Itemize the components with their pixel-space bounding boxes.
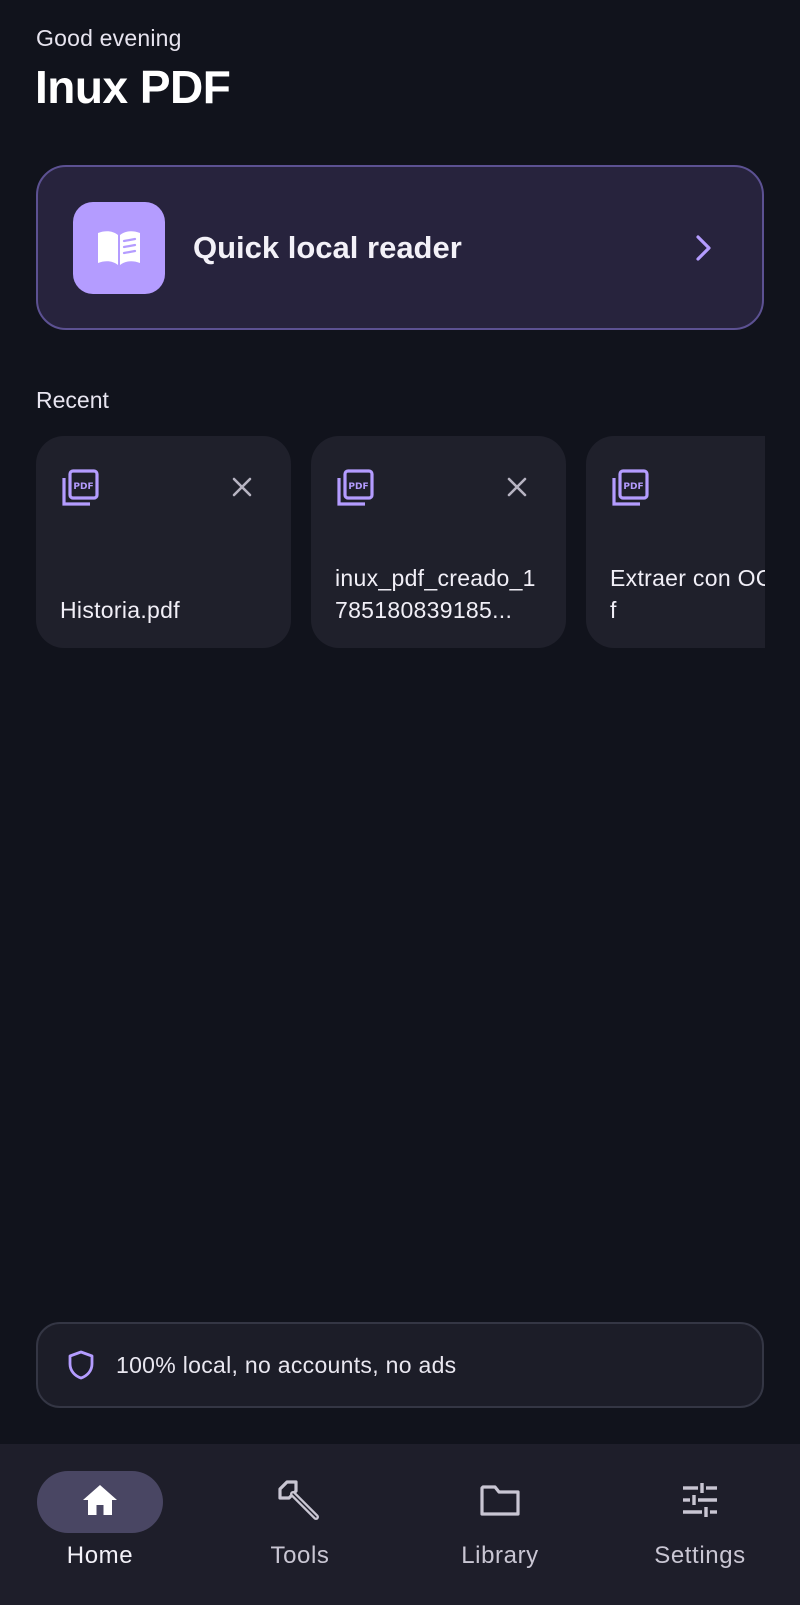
remove-recent-button[interactable] — [229, 474, 255, 500]
app-title: Inux PDF — [35, 61, 231, 113]
nav-label-home: Home — [66, 1542, 134, 1569]
recent-file-name: inux_pdf_creado_1785180839185... — [335, 565, 536, 623]
pdf-file-icon: PDF — [610, 468, 650, 513]
wrench-icon — [278, 1478, 322, 1527]
remove-recent-button[interactable] — [504, 474, 530, 500]
nav-item-home[interactable]: Home — [0, 1444, 200, 1605]
chevron-right-icon — [694, 234, 714, 262]
recent-file-name: Historia.pdf — [60, 597, 180, 623]
privacy-text: 100% local, no accounts, no ads — [116, 1351, 457, 1378]
sliders-icon — [680, 1481, 720, 1524]
recent-file-card[interactable]: PDF Historia.pdf — [36, 436, 291, 648]
pdf-file-icon: PDF — [335, 468, 375, 513]
nav-label-settings: Settings — [654, 1542, 746, 1569]
folder-icon — [479, 1482, 521, 1523]
svg-text:PDF: PDF — [348, 482, 368, 492]
privacy-banner: 100% local, no accounts, no ads — [36, 1322, 764, 1408]
quick-local-reader-card[interactable]: Quick local reader — [36, 165, 764, 330]
home-screen: Good evening Inux PDF Quick local reader… — [0, 0, 800, 1605]
nav-item-settings[interactable]: Settings — [600, 1444, 800, 1605]
nav-label-tools: Tools — [270, 1542, 330, 1569]
recent-file-card[interactable]: PDF Extraer con OCR.pdf — [586, 436, 765, 648]
nav-active-indicator — [37, 1471, 163, 1533]
nav-item-library[interactable]: Library — [400, 1444, 600, 1605]
quick-reader-label: Quick local reader — [193, 229, 462, 265]
recent-section-label: Recent — [36, 387, 109, 413]
greeting-text: Good evening — [36, 25, 182, 51]
svg-text:PDF: PDF — [623, 482, 643, 492]
recent-files-carousel[interactable]: PDF Historia.pdf PDF inux_pdf_creado_178… — [36, 436, 765, 648]
nav-item-tools[interactable]: Tools — [200, 1444, 400, 1605]
open-book-icon — [73, 201, 165, 294]
nav-label-library: Library — [461, 1542, 539, 1569]
recent-file-name: Extraer con OCR.pdf — [610, 565, 765, 623]
recent-file-card[interactable]: PDF inux_pdf_creado_1785180839185... — [311, 436, 566, 648]
pdf-file-icon: PDF — [60, 468, 100, 513]
bottom-navigation: Home Tools Library Settings — [0, 1444, 800, 1605]
home-icon — [81, 1483, 119, 1522]
svg-text:PDF: PDF — [73, 482, 93, 492]
shield-icon — [68, 1350, 94, 1380]
